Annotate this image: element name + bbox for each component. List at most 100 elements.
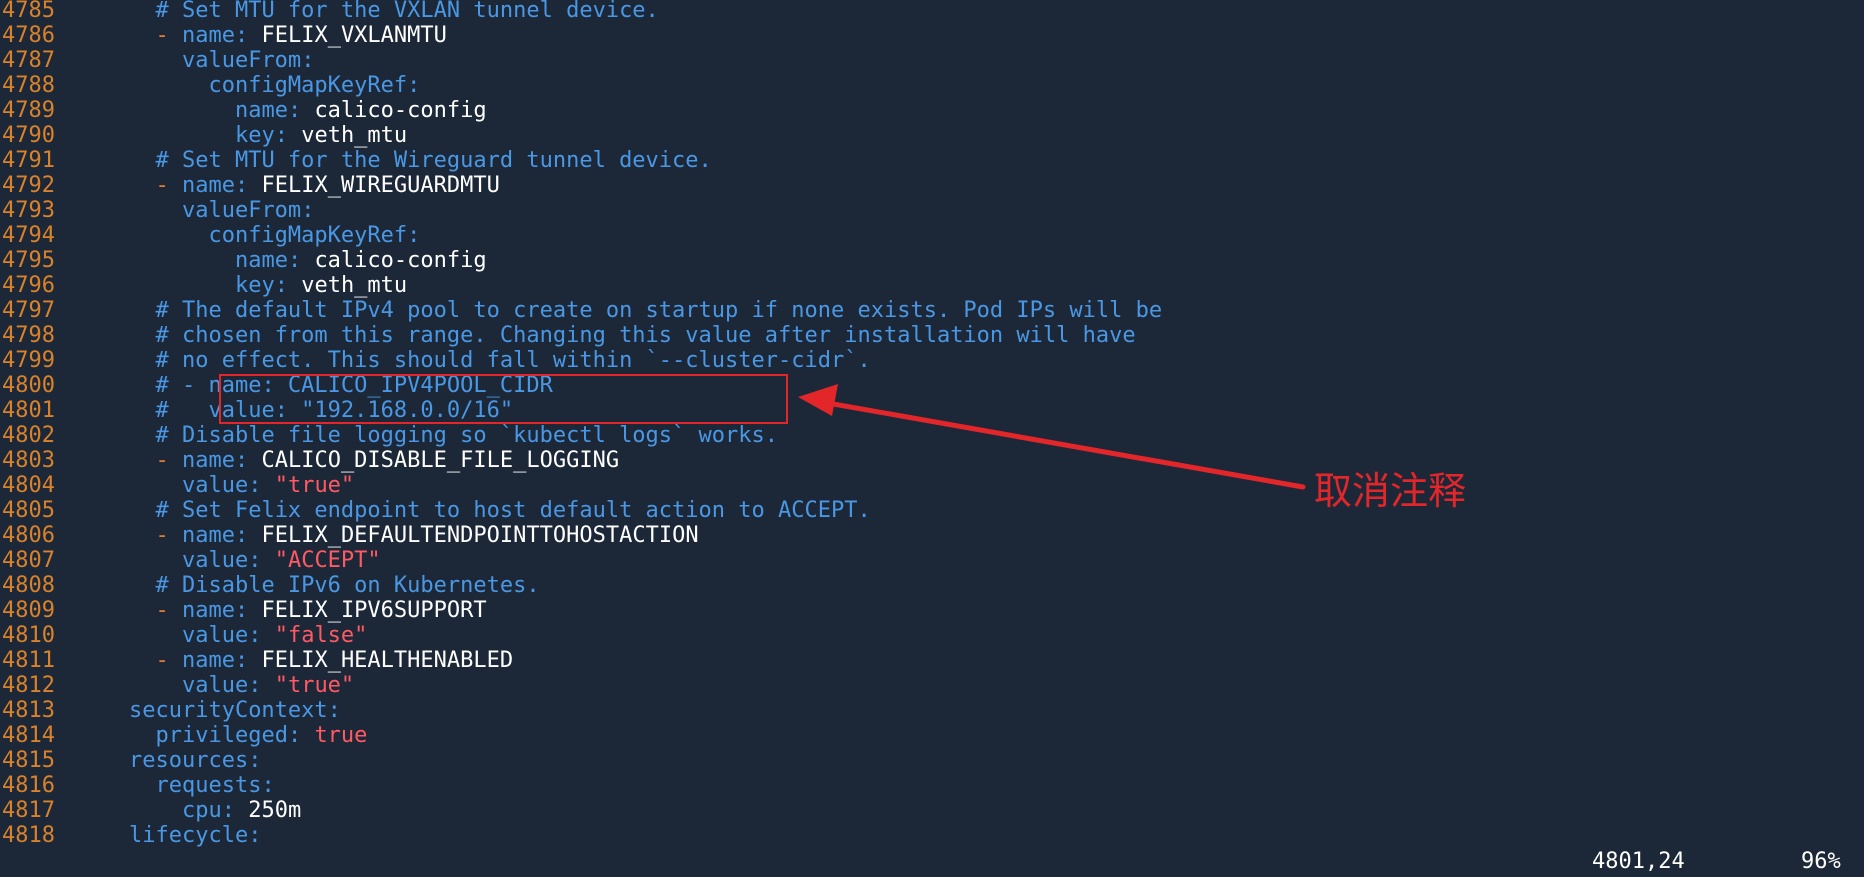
code-line[interactable]: 4789 name: calico-config <box>0 98 1864 123</box>
code-line[interactable]: 4795 name: calico-config <box>0 248 1864 273</box>
code-line[interactable]: 4808 # Disable IPv6 on Kubernetes. <box>0 573 1864 598</box>
code-text[interactable]: # Set MTU for the VXLAN tunnel device. <box>76 0 658 23</box>
code-line[interactable]: 4785 # Set MTU for the VXLAN tunnel devi… <box>0 0 1864 23</box>
code-text[interactable]: # Set Felix endpoint to host default act… <box>76 498 870 523</box>
token-key: key <box>234 123 275 148</box>
code-text[interactable]: # Set MTU for the Wireguard tunnel devic… <box>76 148 711 173</box>
code-line[interactable]: 4806 - name: FELIX_DEFAULTENDPOINTTOHOST… <box>0 523 1864 548</box>
line-number: 4786 <box>2 23 55 48</box>
code-text[interactable]: - name: FELIX_DEFAULTENDPOINTTOHOSTACTIO… <box>76 523 698 548</box>
code-line[interactable]: 4788 configMapKeyRef: <box>0 73 1864 98</box>
token-key: configMapKeyRef <box>208 223 408 248</box>
code-line[interactable]: 4804 value: "true" <box>0 473 1864 498</box>
code-line[interactable]: 4813 securityContext: <box>0 698 1864 723</box>
token-colon: : <box>287 98 315 123</box>
code-line[interactable]: 4786 - name: FELIX_VXLANMTU <box>0 23 1864 48</box>
code-line[interactable]: 4790 key: veth_mtu <box>0 123 1864 148</box>
code-text[interactable]: privileged: true <box>76 723 367 748</box>
code-line[interactable]: 4798 # chosen from this range. Changing … <box>0 323 1864 348</box>
code-text[interactable]: - name: FELIX_WIREGUARDMTU <box>76 173 499 198</box>
code-text[interactable]: value: "true" <box>76 473 354 498</box>
code-text[interactable]: resources: <box>76 748 261 773</box>
token-dash: - <box>155 23 182 48</box>
code-text[interactable]: - name: FELIX_VXLANMTU <box>76 23 446 48</box>
code-text[interactable]: value: "ACCEPT" <box>76 548 381 573</box>
code-text[interactable]: - name: FELIX_IPV6SUPPORT <box>76 598 486 623</box>
token-key: name <box>181 23 235 48</box>
code-text[interactable]: - name: CALICO_DISABLE_FILE_LOGGING <box>76 448 619 473</box>
code-line[interactable]: 4803 - name: CALICO_DISABLE_FILE_LOGGING <box>0 448 1864 473</box>
line-number: 4800 <box>2 373 55 398</box>
token-colon: : <box>248 548 275 573</box>
line-number: 4813 <box>2 698 55 723</box>
token-key: value <box>181 623 249 648</box>
code-text[interactable]: key: veth_mtu <box>76 123 407 148</box>
line-number: 4793 <box>2 198 55 223</box>
code-line[interactable]: 4799 # no effect. This should fall withi… <box>0 348 1864 373</box>
line-number: 4816 <box>2 773 55 798</box>
code-line[interactable]: 4787 valueFrom: <box>0 48 1864 73</box>
code-text[interactable]: # The default IPv4 pool to create on sta… <box>76 298 1162 323</box>
code-line[interactable]: 4817 cpu: 250m <box>0 798 1864 823</box>
scroll-percent: 96% <box>1801 849 1841 874</box>
code-line[interactable]: 4818 lifecycle: <box>0 823 1864 848</box>
code-line[interactable]: 4814 privileged: true <box>0 723 1864 748</box>
code-text[interactable]: requests: <box>76 773 274 798</box>
code-line[interactable]: 4812 value: "true" <box>0 673 1864 698</box>
code-text[interactable]: configMapKeyRef: <box>76 73 420 98</box>
code-text[interactable]: securityContext: <box>76 698 341 723</box>
code-line[interactable]: 4805 # Set Felix endpoint to host defaul… <box>0 498 1864 523</box>
code-text[interactable]: - name: FELIX_HEALTHENABLED <box>76 648 513 673</box>
token-key: name <box>234 248 288 273</box>
code-text[interactable]: # Disable IPv6 on Kubernetes. <box>76 573 539 598</box>
token-plain: FELIX_HEALTHENABLED <box>261 648 514 673</box>
code-text[interactable]: cpu: 250m <box>76 798 301 823</box>
code-line[interactable]: 4791 # Set MTU for the Wireguard tunnel … <box>0 148 1864 173</box>
token-colon: : <box>287 723 315 748</box>
line-number: 4785 <box>2 0 55 23</box>
code-line[interactable]: 4811 - name: FELIX_HEALTHENABLED <box>0 648 1864 673</box>
line-number: 4818 <box>2 823 55 848</box>
code-text[interactable]: value: "true" <box>76 673 354 698</box>
code-line[interactable]: 4796 key: veth_mtu <box>0 273 1864 298</box>
token-colon: : <box>234 448 262 473</box>
token-plain: CALICO_DISABLE_FILE_LOGGING <box>261 448 620 473</box>
code-text[interactable]: # Disable file logging so `kubectl logs`… <box>76 423 778 448</box>
code-line[interactable]: 4809 - name: FELIX_IPV6SUPPORT <box>0 598 1864 623</box>
code-text[interactable]: lifecycle: <box>76 823 261 848</box>
code-line[interactable]: 4810 value: "false" <box>0 623 1864 648</box>
code-text[interactable]: name: calico-config <box>76 98 487 123</box>
code-text[interactable]: value: "false" <box>76 623 367 648</box>
code-text[interactable]: valueFrom: <box>76 198 314 223</box>
token-key: resources <box>128 748 249 773</box>
code-line[interactable]: 4802 # Disable file logging so `kubectl … <box>0 423 1864 448</box>
line-number: 4815 <box>2 748 55 773</box>
token-colon: : <box>301 48 315 73</box>
code-text[interactable]: # chosen from this range. Changing this … <box>76 323 1135 348</box>
code-line[interactable]: 4793 valueFrom: <box>0 198 1864 223</box>
code-text[interactable]: configMapKeyRef: <box>76 223 420 248</box>
code-text[interactable]: # no effect. This should fall within `--… <box>76 348 870 373</box>
code-line[interactable]: 4794 configMapKeyRef: <box>0 223 1864 248</box>
code-editor[interactable]: 4785 # Set MTU for the VXLAN tunnel devi… <box>0 0 1864 848</box>
token-colon: : <box>234 648 262 673</box>
code-text[interactable]: name: calico-config <box>76 248 487 273</box>
line-number: 4807 <box>2 548 55 573</box>
code-line[interactable]: 4815 resources: <box>0 748 1864 773</box>
code-line[interactable]: 4816 requests: <box>0 773 1864 798</box>
token-colon: : <box>301 198 315 223</box>
code-line[interactable]: 4807 value: "ACCEPT" <box>0 548 1864 573</box>
code-text[interactable]: valueFrom: <box>76 48 314 73</box>
code-text[interactable]: key: veth_mtu <box>76 273 407 298</box>
code-line[interactable]: 4792 - name: FELIX_WIREGUARDMTU <box>0 173 1864 198</box>
code-line[interactable]: 4797 # The default IPv4 pool to create o… <box>0 298 1864 323</box>
token-string: "true" <box>274 673 355 698</box>
